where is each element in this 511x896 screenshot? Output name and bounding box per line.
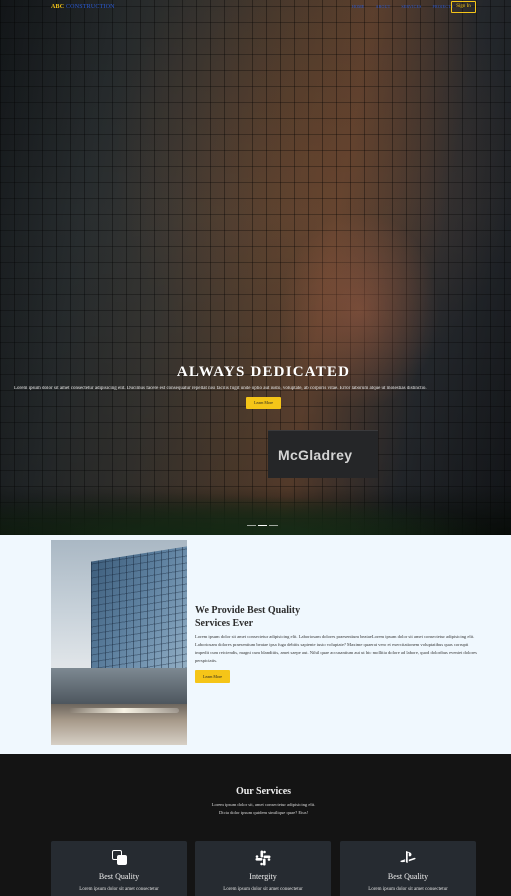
service-card-title: Intergity (249, 872, 277, 881)
about-title: We Provide Best Quality Services Ever (195, 605, 301, 629)
hero-text: Lorem ipsum dolor sit amet consectetur a… (14, 386, 427, 391)
service-card-title: Best Quality (387, 872, 429, 881)
building-sign: McGladrey (268, 430, 378, 478)
about-text: Lorem ipsum dolor sit amet consectetur a… (195, 634, 477, 663)
about-learn-more-button[interactable]: Learn More (195, 670, 230, 683)
carousel-indicator-3[interactable] (269, 525, 278, 526)
service-card-quality[interactable]: Best Quality Lorem ipsum dolor sit amet … (51, 841, 187, 896)
carousel-indicators (247, 525, 278, 526)
nav-item-home[interactable]: HOME (352, 4, 365, 9)
service-card-text: Lorem ipsum dolor sit amet consectetur (368, 887, 448, 892)
service-card-quality-2[interactable]: Best Quality Lorem ipsum dolor sit amet … (340, 841, 476, 896)
service-card-title: Best Quality (98, 872, 140, 881)
services-title: Our Services (235, 786, 292, 797)
slack-icon (195, 850, 331, 869)
carousel-indicator-2[interactable] (258, 525, 267, 526)
nav-item-about[interactable]: ABOUT (376, 4, 391, 9)
services-subtitle: Lorem ipsum dolor sit, amet consectetur … (211, 802, 316, 815)
nav-item-services[interactable]: SERVICES (401, 4, 421, 9)
carousel-indicator-1[interactable] (247, 525, 256, 526)
hero-section: McGladrey ABC CONSTRUCTION HOME ABOUT SE… (0, 0, 511, 535)
brand-part2: CONSTRUCTION (65, 4, 115, 10)
service-card-text: Lorem ipsum dolor sit amet consectetur (223, 887, 303, 892)
building-image (51, 540, 187, 745)
brand-logo[interactable]: ABC CONSTRUCTION (51, 4, 115, 10)
service-card-text: Lorem ipsum dolor sit amet consectetur (79, 887, 159, 892)
about-section: We Provide Best Quality Services Ever Lo… (0, 535, 511, 754)
main-nav: HOME ABOUT SERVICES PROJECTS (352, 4, 453, 9)
hero-title: ALWAYS DEDICATED (176, 364, 351, 380)
service-card-integrity[interactable]: Intergity Lorem ipsum dolor sit amet con… (195, 841, 331, 896)
copy-icon (51, 850, 187, 868)
playstation-icon (340, 850, 476, 867)
hero-learn-more-button[interactable]: Learn More (246, 397, 281, 409)
sign-in-button[interactable]: Sign In (451, 1, 476, 13)
services-section: Our Services Lorem ipsum dolor sit, amet… (0, 754, 511, 896)
brand-part1: ABC (51, 4, 65, 10)
